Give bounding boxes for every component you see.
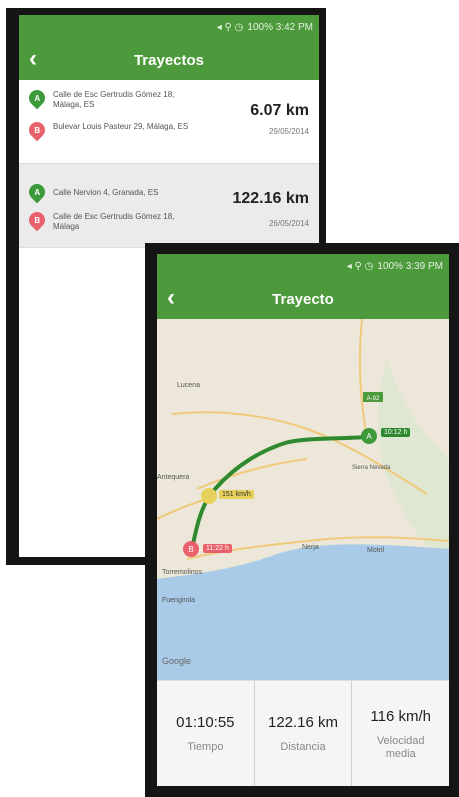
status-bar: ◂ ⚲ ◷ 100% 3:42 PM xyxy=(19,15,319,40)
trip-item[interactable]: A Calle Nervion 4, Granada, ES B Calle d… xyxy=(19,164,319,248)
screen-trip-detail: ◂ ⚲ ◷ 100% 3:39 PM ‹ Trayecto A B Lucena… xyxy=(157,254,449,786)
trip-date: 26/05/2014 xyxy=(268,219,309,228)
trip-stats: 01:10:55 Tiempo 122.16 km Distancia 116 … xyxy=(157,680,449,786)
map-label: A-92 xyxy=(367,396,380,402)
trip-item[interactable]: A Calle de Esc Gertrudis Gómez 18, Málag… xyxy=(19,80,319,164)
trip-end-address: Bulevar Louis Pasteur 29, Málaga, ES xyxy=(53,122,189,131)
app-bar: ‹ Trayectos xyxy=(19,40,319,80)
google-logo: Google xyxy=(162,656,191,666)
status-text: 100% 3:39 PM xyxy=(377,261,443,272)
page-title: Trayectos xyxy=(133,51,205,69)
stat-label: Distancia xyxy=(280,741,326,753)
map-label: Fuengirola xyxy=(162,597,195,604)
map-label: Antequera xyxy=(157,474,189,481)
map-label: Sierra Nevada xyxy=(352,465,391,471)
end-time-tag: 11:22 h xyxy=(203,544,232,553)
stat-value: 116 km/h xyxy=(370,707,431,725)
map-label: Lucena xyxy=(177,382,200,389)
phone-frame-trip-detail: ◂ ⚲ ◷ 100% 3:39 PM ‹ Trayecto A B Lucena… xyxy=(145,243,459,797)
stat-value: 01:10:55 xyxy=(176,714,235,731)
end-pin-label: B xyxy=(188,545,193,554)
trip-end: B Bulevar Louis Pasteur 29, Málaga, ES xyxy=(25,118,193,142)
stat-label: Tiempo xyxy=(187,741,224,753)
trip-end: B Calle de Esc Gertrudis Gómez 18, Málag… xyxy=(25,208,193,232)
map-label: Torremolinos xyxy=(162,569,203,576)
trip-date: 29/05/2014 xyxy=(268,127,309,136)
end-marker-icon: B xyxy=(25,118,49,142)
trip-end-address: Calle de Esc Gertrudis Gómez 18, Málaga xyxy=(53,212,175,231)
stat-label: Velocidad media xyxy=(376,734,425,760)
start-pin-label: A xyxy=(366,432,372,441)
status-bar: ◂ ⚲ ◷ 100% 3:39 PM xyxy=(157,254,449,279)
status-text: 100% 3:42 PM xyxy=(247,22,313,33)
start-time-tag: 10:12 h xyxy=(381,428,411,437)
map-label: Nerja xyxy=(302,544,319,551)
trip-start-address: Calle de Esc Gertrudis Gómez 18, Málaga,… xyxy=(53,90,175,109)
trip-start: A Calle Nervion 4, Granada, ES xyxy=(25,180,193,204)
stat-speed: 116 km/h Velocidad media xyxy=(352,681,449,786)
stat-time: 01:10:55 Tiempo xyxy=(157,681,255,786)
trip-start-address: Calle Nervion 4, Granada, ES xyxy=(53,188,159,197)
map-canvas: A B Lucena A-92 Antequera Sierra Nevada … xyxy=(157,319,449,680)
speed-tag: 151 km/h xyxy=(219,490,254,499)
stat-value: 122.16 km xyxy=(267,714,339,731)
status-icons: ◂ ⚲ ◷ xyxy=(216,22,244,33)
start-marker-icon: A xyxy=(25,86,49,110)
back-arrow-icon[interactable]: ‹ xyxy=(167,286,175,310)
start-marker-icon: A xyxy=(25,180,49,204)
stat-distance: 122.16 km Distancia xyxy=(255,681,353,786)
trip-distance: 122.16 km xyxy=(232,190,309,207)
page-title: Trayecto xyxy=(272,290,334,308)
trip-distance: 6.07 km xyxy=(250,102,309,119)
trip-start: A Calle de Esc Gertrudis Gómez 18, Málag… xyxy=(25,86,193,110)
speed-pin xyxy=(201,488,217,504)
map-label: Motril xyxy=(367,547,385,554)
app-bar: ‹ Trayecto xyxy=(157,279,449,319)
back-arrow-icon[interactable]: ‹ xyxy=(29,47,37,71)
status-icons: ◂ ⚲ ◷ xyxy=(346,261,374,272)
end-marker-icon: B xyxy=(25,208,49,232)
route-map[interactable]: A B Lucena A-92 Antequera Sierra Nevada … xyxy=(157,319,449,680)
